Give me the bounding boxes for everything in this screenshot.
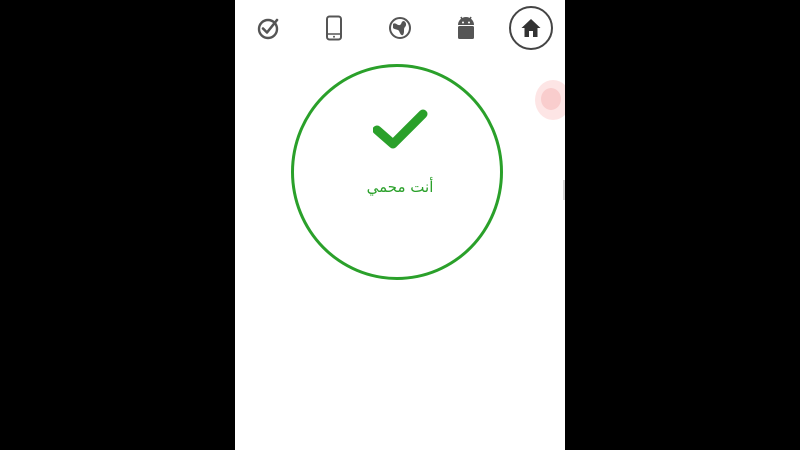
- nav-web-button[interactable]: [378, 6, 422, 50]
- android-icon: [458, 16, 474, 39]
- home-icon: [521, 19, 541, 37]
- protection-status-text: أنت محمي: [366, 178, 434, 196]
- globe-icon: [389, 17, 411, 39]
- nav-home-button[interactable]: [509, 6, 553, 50]
- nav-apps-button[interactable]: [444, 6, 488, 50]
- app-screen: أنت محمي: [235, 0, 565, 450]
- edge-divider: [563, 180, 565, 200]
- top-navigation-bar: [235, 0, 565, 56]
- protection-status-ring: [291, 64, 503, 280]
- nav-scan-button[interactable]: [247, 6, 291, 50]
- nav-device-button[interactable]: [312, 6, 356, 50]
- check-icon: [373, 109, 428, 149]
- checkmark-circle-icon: [257, 18, 279, 40]
- smartphone-icon: [326, 15, 342, 41]
- floating-bubble[interactable]: [535, 80, 565, 120]
